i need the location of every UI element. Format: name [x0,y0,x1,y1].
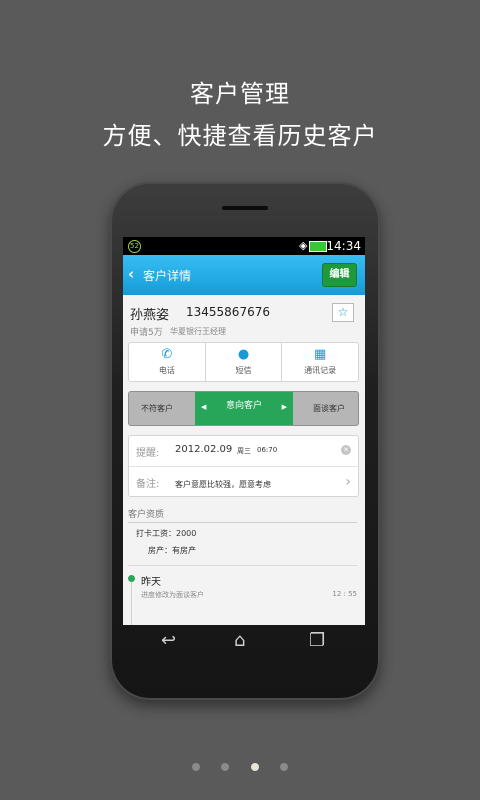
call-button[interactable]: ✆ 电话 [129,343,205,381]
contact-log-button[interactable]: ▦ 通讯记录 [281,343,358,381]
qualification-item: 房产：有房产 [148,546,196,555]
page-dot-active[interactable] [250,763,259,771]
battery-icon [309,241,327,252]
promo-subtitle: 方便、快捷查看历史客户 [102,122,378,150]
phone-speaker [222,206,268,210]
action-bar: ✆ 电话 ● 短信 ▦ 通讯记录 [128,342,359,382]
home-icon[interactable]: ⌂ [234,630,245,651]
chevron-right-icon: › [345,474,351,490]
customer-detail: 孙燕姿 13455867676 申请5万 华夏银行王经理 ☆ ✆ 电话 ● 短信… [123,295,365,625]
reminder-card: 提醒: 2012.02.09 周三 06:70 ✕ 备注: 客户意愿比较强，愿意… [128,435,359,497]
sms-button[interactable]: ● 短信 [204,343,282,381]
page-indicator [0,756,480,775]
customer-loan: 申请5万 [130,328,163,338]
note-label: 备注: [136,479,160,490]
phone-frame: 52 ◈ ▮ 14:34 ‹ 客户详情 编辑 孙燕姿 13455867676 申… [110,182,380,700]
page-dot[interactable] [279,763,288,771]
qualification-title: 客户资质 [128,510,165,520]
contact-log-label: 通讯记录 [304,366,337,375]
sms-label: 短信 [235,366,252,375]
chevron-left-icon[interactable]: ‹ [128,265,134,283]
status-time: 14:34 [326,239,361,253]
customer-name: 孙燕姿 [130,308,170,323]
reminder-row[interactable]: 提醒: 2012.02.09 周三 06:70 ✕ [129,436,358,466]
page-dot[interactable] [192,763,201,771]
customer-bank-role: 华夏银行王经理 [170,327,226,336]
timeline-line [131,582,132,625]
reminder-weekday: 周三 [237,447,251,455]
reminder-time: 06:70 [257,446,278,454]
back-icon[interactable]: ↩ [161,630,176,651]
timeline-entry: 进度修改为面谈客户 [141,591,204,599]
customer-phone: 13455867676 [186,305,270,319]
status-option-unqualified[interactable]: 不符客户 [141,403,173,414]
edit-button[interactable]: 编辑 [322,263,357,287]
status-option-current[interactable]: ◀ 意向客户 ▶ [195,392,293,425]
clear-icon[interactable]: ✕ [341,445,351,455]
notification-badge: 52 [128,240,141,253]
star-icon[interactable]: ☆ [332,303,354,322]
page-dot[interactable] [221,763,230,771]
sms-icon: ● [237,347,250,362]
phone-screen: 52 ◈ ▮ 14:34 ‹ 客户详情 编辑 孙燕姿 13455867676 申… [123,237,365,625]
calendar-icon: ▦ [314,347,327,362]
reminder-date: 2012.02.09 [175,444,233,455]
timeline-time: 12 : 55 [332,590,357,598]
divider [128,522,357,523]
title-bar: ‹ 客户详情 编辑 [123,255,365,295]
timeline-dot [128,575,135,582]
page-title: 客户详情 [143,269,192,283]
reminder-label: 提醒: [136,448,160,459]
status-current-label: 意向客户 [225,401,262,411]
promo-title: 客户管理 [190,80,290,108]
timeline-day: 昨天 [141,577,161,588]
note-text: 客户意愿比较强，愿意考虑 [175,480,271,489]
note-row[interactable]: 备注: 客户意愿比较强，愿意考虑 › [129,466,358,497]
status-option-interview[interactable]: 面谈客户 [313,403,345,414]
progress-selector: 不符客户 ◀ 意向客户 ▶ 面谈客户 [128,391,359,426]
call-label: 电话 [158,366,175,375]
divider [128,565,357,566]
status-bar: 52 ◈ ▮ 14:34 [123,237,365,255]
phone-icon: ✆ [161,347,173,362]
android-nav-bar: ↩ ⌂ ❐ [123,627,365,657]
arrow-right-icon[interactable]: ▶ [282,403,287,411]
recent-apps-icon[interactable]: ❐ [309,630,325,651]
qualification-item: 打卡工资：2000 [136,529,197,538]
